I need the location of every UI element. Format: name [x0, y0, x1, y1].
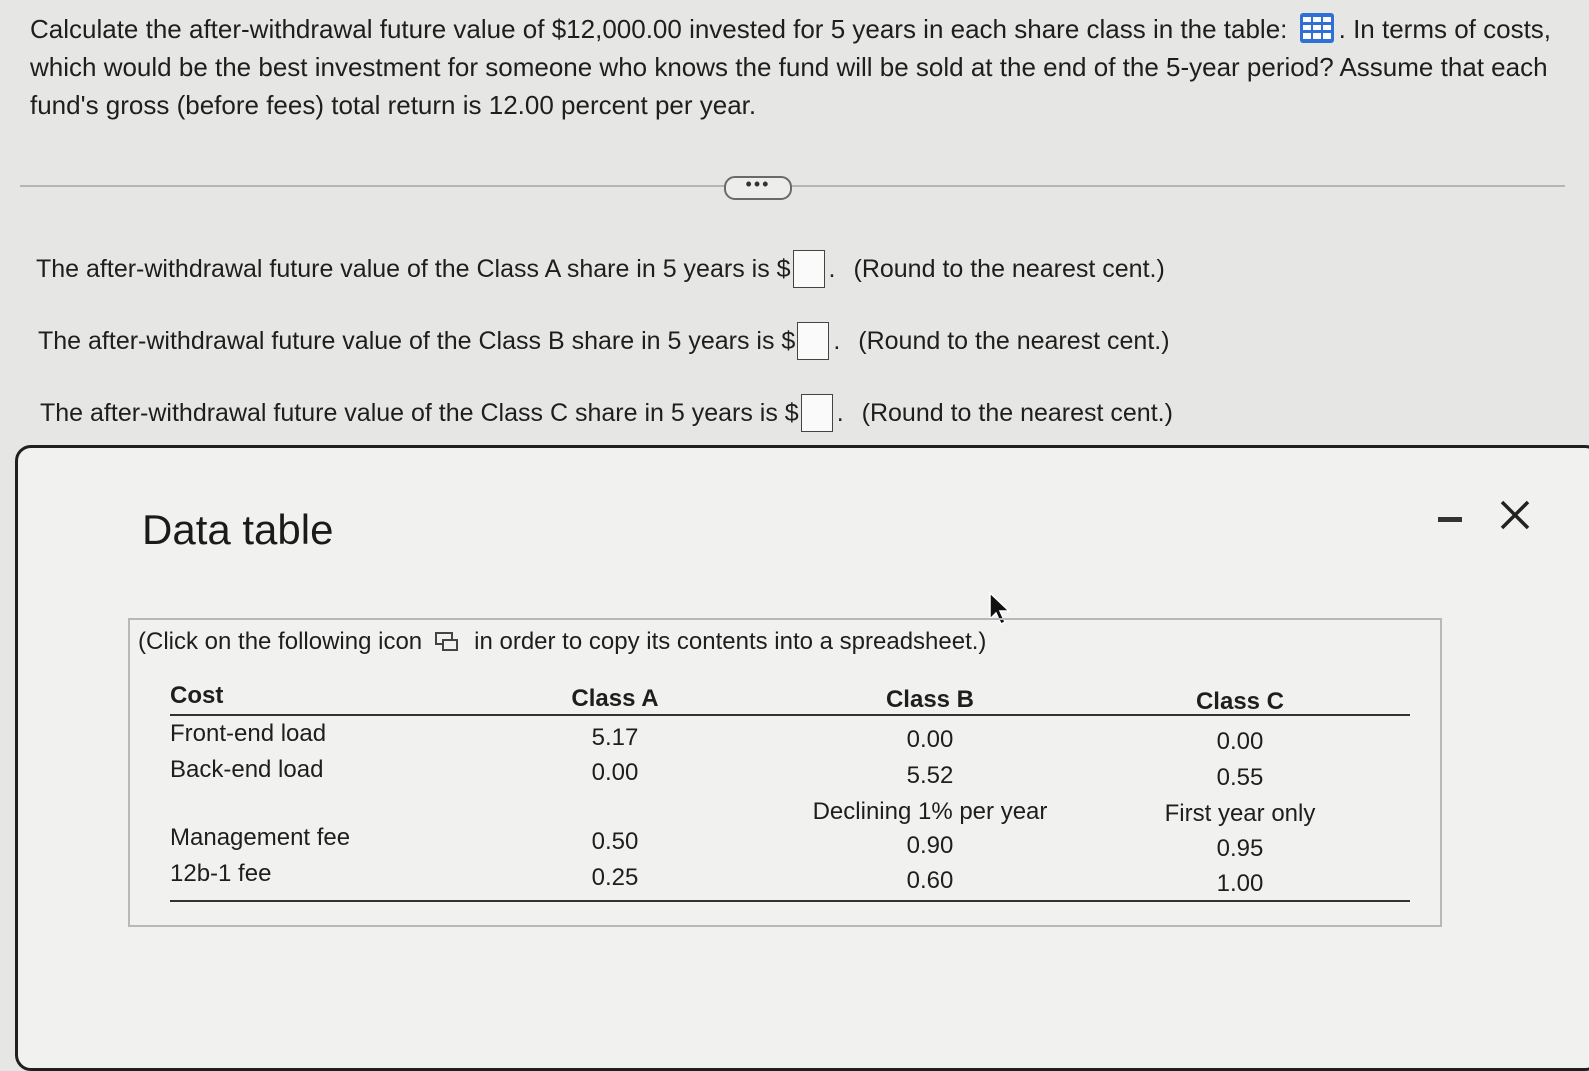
minimize-icon — [1438, 517, 1462, 522]
section-divider — [20, 185, 1565, 187]
round-note: (Round to the nearest cent.) — [861, 398, 1173, 427]
answer-prompt-class-b: The after-withdrawal future value of the… — [38, 326, 796, 355]
table-footer-rule — [170, 900, 1410, 902]
dialog-title: Data table — [142, 506, 334, 553]
answer-suffix: . — [833, 326, 841, 355]
cell-class-c: 1.00 — [1216, 870, 1264, 897]
cell-class-a: 0.25 — [591, 864, 639, 891]
answer-prompt-class-a: The after-withdrawal future value of the… — [36, 254, 791, 283]
expand-more-button[interactable]: ••• — [724, 175, 792, 200]
close-button[interactable] — [1496, 496, 1534, 534]
table-header-class-a: Class A — [571, 685, 659, 712]
row-label: Back-end load — [170, 756, 324, 783]
table-header-rule — [170, 714, 1410, 716]
cell-class-b: Declining 1% per year — [812, 798, 1048, 825]
answer-input-class-b[interactable] — [797, 322, 830, 360]
answer-line-class-b: The after-withdrawal future value of the… — [38, 322, 1170, 360]
data-table-panel: (Click on the following icon in order to… — [128, 618, 1442, 927]
cell-class-b: 0.60 — [906, 867, 954, 894]
cell-class-b: 0.00 — [906, 726, 954, 753]
spreadsheet-copy-icon[interactable] — [434, 630, 460, 654]
answer-line-class-c: The after-withdrawal future value of the… — [40, 394, 1173, 432]
answer-input-class-a[interactable] — [792, 250, 825, 288]
copy-instruction: (Click on the following icon in order to… — [138, 628, 986, 656]
cell-class-a: 5.17 — [591, 724, 639, 751]
data-table-grid-icon[interactable] — [1299, 12, 1335, 44]
question-text: Calculate the after-withdrawal future va… — [30, 10, 1560, 124]
round-note: (Round to the nearest cent.) — [858, 326, 1170, 355]
cell-class-c: 0.95 — [1216, 835, 1264, 862]
row-label: Front-end load — [170, 720, 327, 747]
cell-class-a: 0.00 — [591, 759, 639, 786]
round-note: (Round to the nearest cent.) — [853, 254, 1165, 283]
question-text-part1: Calculate the after-withdrawal future va… — [30, 14, 1288, 44]
table-header-class-b: Class B — [885, 686, 975, 713]
answer-prompt-class-c: The after-withdrawal future value of the… — [40, 398, 799, 427]
cell-class-c: First year only — [1164, 800, 1316, 827]
data-table-dialog: Data table (Click on the following icon … — [15, 445, 1589, 1071]
copy-note-before: (Click on the following icon — [138, 628, 423, 655]
table-header-cost: Cost — [170, 682, 224, 709]
cell-class-c: 0.00 — [1216, 728, 1264, 755]
answer-suffix: . — [836, 398, 844, 427]
answer-suffix: . — [828, 254, 836, 283]
row-label: 12b-1 fee — [170, 860, 272, 887]
copy-note-after: in order to copy its contents into a spr… — [474, 628, 987, 655]
cell-class-b: 0.90 — [906, 832, 954, 859]
cell-class-b: 5.52 — [906, 762, 954, 789]
cell-class-a: 0.50 — [591, 828, 639, 855]
row-label: Management fee — [170, 824, 351, 851]
close-icon — [1500, 500, 1530, 530]
minimize-button[interactable] — [1434, 504, 1468, 534]
answer-line-class-a: The after-withdrawal future value of the… — [36, 250, 1165, 288]
table-header-class-c: Class C — [1195, 688, 1285, 715]
answer-input-class-c[interactable] — [800, 394, 833, 432]
cell-class-c: 0.55 — [1216, 764, 1264, 791]
